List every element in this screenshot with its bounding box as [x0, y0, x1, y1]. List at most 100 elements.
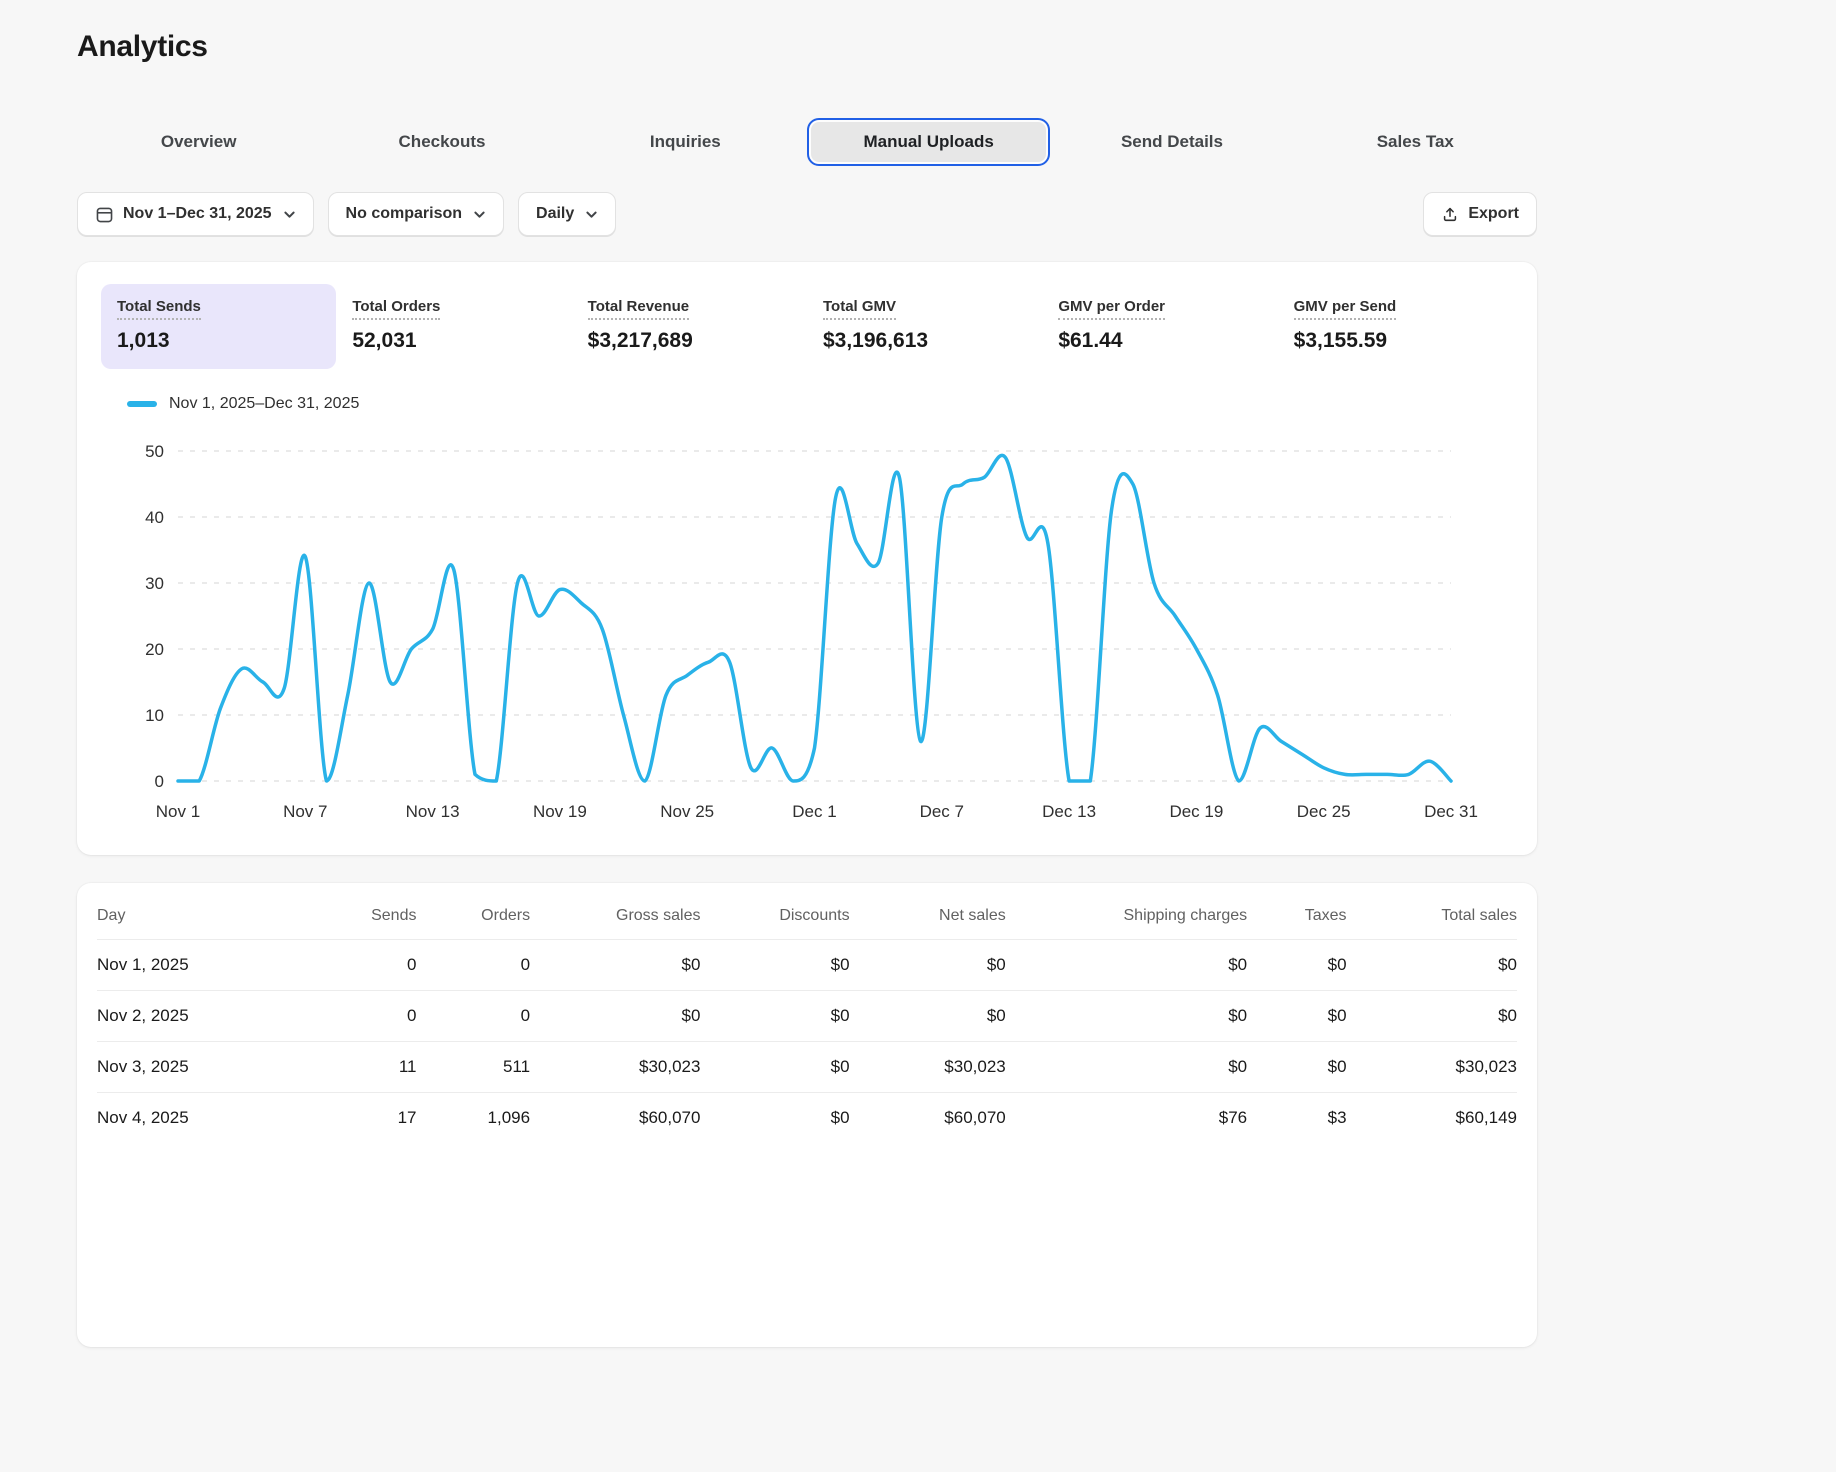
daily-breakdown-table: Day Sends Orders Gross sales Discounts N… — [97, 889, 1517, 1143]
cell-sends: 0 — [317, 990, 417, 1042]
cell-shipping-charges: $0 — [1005, 990, 1248, 1042]
svg-text:50: 50 — [145, 442, 164, 461]
tab-inquiries[interactable]: Inquiries — [564, 118, 807, 166]
filter-bar: Nov 1–Dec 31, 2025 No comparison Daily E… — [77, 192, 1537, 236]
metric-total-revenue[interactable]: Total Revenue $3,217,689 — [572, 284, 807, 369]
cell-gross-sales: $0 — [530, 990, 701, 1042]
table-header-row: Day Sends Orders Gross sales Discounts N… — [97, 889, 1517, 940]
column-header-taxes: Taxes — [1304, 907, 1347, 924]
table-row: Nov 4, 2025 17 1,096 $60,070 $0 $60,070 … — [97, 1092, 1517, 1143]
table-row: Nov 1, 2025 0 0 $0 $0 $0 $0 $0 $0 — [97, 939, 1517, 991]
metric-total-sends[interactable]: Total Sends 1,013 — [101, 284, 337, 369]
metric-label: Total GMV — [822, 298, 897, 320]
svg-text:Nov 13: Nov 13 — [406, 802, 460, 821]
metric-label: Total Sends — [117, 298, 201, 320]
tab-checkouts[interactable]: Checkouts — [320, 118, 563, 166]
column-header-gross-sales: Gross sales — [616, 907, 701, 924]
cell-shipping-charges: $0 — [1005, 939, 1248, 991]
metric-value: $3,196,613 — [822, 329, 929, 352]
svg-text:Dec 7: Dec 7 — [920, 802, 964, 821]
cell-discounts: $0 — [700, 990, 850, 1042]
svg-text:Dec 31: Dec 31 — [1424, 802, 1478, 821]
sends-line-chart: 0 10 20 30 40 50 Nov 1 Nov 7 Nov 13 Nov 19 Nov 25 D… — [145, 442, 1478, 821]
cell-taxes: $3 — [1247, 1092, 1347, 1143]
cell-orders: 0 — [416, 939, 531, 991]
tab-send-details[interactable]: Send Details — [1050, 118, 1293, 166]
tab-sales-tax[interactable]: Sales Tax — [1294, 118, 1537, 166]
metric-value: 1,013 — [117, 329, 170, 352]
svg-text:0: 0 — [155, 772, 164, 791]
column-header-shipping-charges: Shipping charges — [1123, 907, 1248, 924]
cell-orders: 0 — [416, 990, 531, 1042]
cell-orders: 1,096 — [416, 1092, 531, 1143]
metric-total-orders[interactable]: Total Orders 52,031 — [336, 284, 571, 369]
metric-value: $3,217,689 — [587, 329, 693, 352]
cell-total-sales: $0 — [1346, 990, 1517, 1042]
metric-value: $3,155.59 — [1293, 329, 1388, 352]
granularity-dropdown[interactable]: Daily — [518, 192, 617, 236]
svg-text:Dec 19: Dec 19 — [1169, 802, 1223, 821]
cell-net-sales: $30,023 — [849, 1041, 1006, 1093]
cell-gross-sales: $60,070 — [530, 1092, 701, 1143]
metric-label: Total Orders — [352, 298, 441, 320]
svg-text:30: 30 — [145, 574, 164, 593]
svg-text:40: 40 — [145, 508, 164, 527]
granularity-label: Daily — [536, 205, 575, 222]
svg-text:Nov 1: Nov 1 — [156, 802, 200, 821]
column-header-discounts: Discounts — [779, 907, 850, 924]
cell-sends: 0 — [317, 939, 417, 991]
cell-net-sales: $60,070 — [849, 1092, 1006, 1143]
chart-legend: Nov 1, 2025–Dec 31, 2025 — [127, 395, 1513, 413]
export-icon — [1441, 205, 1459, 223]
metric-label: GMV per Send — [1293, 298, 1397, 320]
cell-day: Nov 2, 2025 — [97, 990, 318, 1042]
tab-manual-uploads[interactable]: Manual Uploads — [806, 118, 1051, 166]
metric-gmv-per-send[interactable]: GMV per Send $3,155.59 — [1278, 284, 1513, 369]
cell-orders: 511 — [416, 1041, 531, 1093]
metrics-chart-card: Total Sends 1,013 Total Orders 52,031 To… — [77, 262, 1537, 855]
cell-discounts: $0 — [700, 1092, 850, 1143]
metric-label: GMV per Order — [1058, 298, 1166, 320]
analytics-page: Analytics Overview Checkouts Inquiries M… — [77, 0, 1537, 1347]
svg-text:Dec 13: Dec 13 — [1042, 802, 1096, 821]
cell-sends: 17 — [317, 1092, 417, 1143]
cell-total-sales: $30,023 — [1346, 1041, 1517, 1093]
column-header-day: Day — [97, 907, 126, 924]
svg-text:Nov 25: Nov 25 — [660, 802, 714, 821]
cell-gross-sales: $0 — [530, 939, 701, 991]
svg-text:Dec 25: Dec 25 — [1297, 802, 1351, 821]
date-range-picker[interactable]: Nov 1–Dec 31, 2025 — [77, 192, 314, 236]
cell-total-sales: $60,149 — [1346, 1092, 1517, 1143]
comparison-dropdown[interactable]: No comparison — [327, 192, 505, 236]
cell-discounts: $0 — [700, 1041, 850, 1093]
svg-text:Nov 7: Nov 7 — [283, 802, 327, 821]
cell-gross-sales: $30,023 — [530, 1041, 701, 1093]
metric-value: 52,031 — [352, 329, 417, 352]
cell-net-sales: $0 — [849, 990, 1006, 1042]
metrics-row: Total Sends 1,013 Total Orders 52,031 To… — [101, 284, 1513, 369]
metric-gmv-per-order[interactable]: GMV per Order $61.44 — [1042, 284, 1277, 369]
svg-text:Dec 1: Dec 1 — [792, 802, 836, 821]
table-row: Nov 3, 2025 11 511 $30,023 $0 $30,023 $0… — [97, 1041, 1517, 1093]
tab-overview[interactable]: Overview — [77, 118, 320, 166]
legend-label: Nov 1, 2025–Dec 31, 2025 — [169, 395, 360, 412]
cell-shipping-charges: $0 — [1005, 1041, 1248, 1093]
analytics-tabs: Overview Checkouts Inquiries Manual Uplo… — [77, 118, 1537, 166]
column-header-sends: Sends — [371, 907, 417, 924]
cell-day: Nov 3, 2025 — [97, 1041, 318, 1093]
chevron-down-icon — [473, 208, 486, 221]
column-header-total-sales: Total sales — [1441, 907, 1517, 924]
cell-net-sales: $0 — [849, 939, 1006, 991]
svg-text:Nov 19: Nov 19 — [533, 802, 587, 821]
export-button[interactable]: Export — [1423, 192, 1537, 236]
cell-shipping-charges: $76 — [1005, 1092, 1248, 1143]
comparison-label: No comparison — [345, 205, 463, 222]
metric-value: $61.44 — [1058, 329, 1123, 352]
calendar-icon — [95, 205, 114, 224]
svg-text:20: 20 — [145, 640, 164, 659]
column-header-orders: Orders — [481, 907, 531, 924]
cell-sends: 11 — [317, 1041, 417, 1093]
export-label: Export — [1468, 205, 1519, 222]
column-header-net-sales: Net sales — [939, 907, 1006, 924]
metric-total-gmv[interactable]: Total GMV $3,196,613 — [807, 284, 1042, 369]
